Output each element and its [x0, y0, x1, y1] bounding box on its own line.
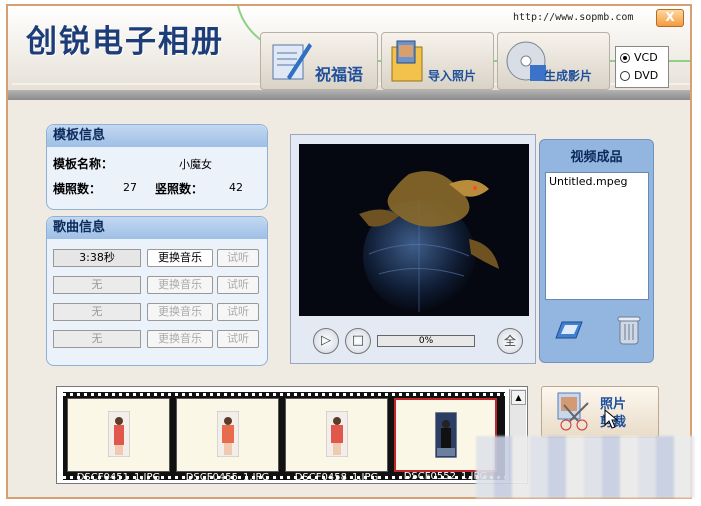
- fullscreen-button[interactable]: 全: [497, 328, 523, 354]
- template-name-value: 小魔女: [179, 158, 212, 171]
- import-photos-button[interactable]: 导入照片: [381, 32, 494, 90]
- scissors-photo-icon: [557, 392, 589, 431]
- film-frame: DSCF0451_1.JPG DSCF0455_1.JPG DSCF0458_1…: [63, 392, 505, 483]
- change-music-button-1[interactable]: 更换音乐: [147, 249, 213, 267]
- template-info-panel: 模板信息 模板名称： 小魔女 横照数： 27 竖照数： 42: [46, 124, 268, 210]
- preview-player: ▷ □ 0% 全: [290, 134, 536, 364]
- progress-text: 0%: [418, 336, 434, 346]
- app-window: 创锐电子相册 http://www.sopmb.com X 祝福语 导入照片 生…: [6, 4, 694, 499]
- photo-thumb-3[interactable]: DSCF0458_1.JPG: [285, 398, 388, 483]
- song-duration-1: 3:38秒: [53, 249, 141, 267]
- listen-button-1[interactable]: 试听: [217, 249, 259, 267]
- song-info-panel: 歌曲信息 3:38秒 更换音乐 试听 无 更换音乐 试听 无 更换音乐 试听 无…: [46, 216, 268, 366]
- radio-dvd-dot[interactable]: [620, 71, 630, 81]
- radio-vcd-dot[interactable]: [620, 53, 630, 63]
- pen-paper-icon: [272, 43, 312, 80]
- listen-button-2[interactable]: 试听: [217, 276, 259, 294]
- app-title: 创锐电子相册: [26, 24, 224, 60]
- greeting-button[interactable]: 祝福语: [260, 32, 378, 90]
- mouse-cursor-icon: [604, 409, 618, 429]
- fullscreen-label: 全: [503, 334, 516, 348]
- folder-photo-icon: [391, 40, 423, 82]
- photo-thumb-2-image: [217, 411, 239, 457]
- preview-dragon-globe-image: [359, 171, 499, 312]
- listen-button-4[interactable]: 试听: [217, 330, 259, 348]
- import-photos-label: 导入照片: [428, 69, 477, 83]
- close-button[interactable]: X: [656, 9, 684, 27]
- format-selector: VCD DVD: [615, 46, 669, 88]
- song-duration-2: 无: [53, 276, 141, 294]
- song-duration-4: 无: [53, 330, 141, 348]
- stop-button[interactable]: □: [345, 328, 371, 354]
- listen-button-3[interactable]: 试听: [217, 303, 259, 321]
- trash-icon[interactable]: [616, 314, 642, 346]
- film-perforation-top: [63, 393, 505, 396]
- photo-thumb-1-image: [108, 411, 130, 457]
- photo-filename: DSCF0455_1.JPG: [185, 472, 270, 483]
- scroll-up-icon[interactable]: ▲: [511, 390, 526, 405]
- crop-photo-button[interactable]: 照片 剪裁: [541, 386, 659, 438]
- play-icon: ▷: [321, 333, 331, 348]
- photo-thumb-4-image: [435, 412, 457, 458]
- template-info-heading: 模板信息: [47, 125, 267, 147]
- close-icon: X: [665, 10, 675, 24]
- song-info-heading: 歌曲信息: [47, 217, 267, 239]
- photo-thumb-3-image: [326, 411, 348, 457]
- photo-thumb-1[interactable]: DSCF0451_1.JPG: [67, 398, 170, 483]
- template-name-label: 模板名称：: [53, 157, 114, 171]
- landscape-count-label: 横照数：: [53, 182, 102, 196]
- landscape-count-value: 27: [123, 181, 137, 194]
- generate-movie-button[interactable]: 生成影片: [497, 32, 610, 90]
- video-file-item[interactable]: Untitled.mpeg: [546, 173, 648, 190]
- portrait-count-label: 竖照数：: [155, 182, 204, 196]
- play-button[interactable]: ▷: [313, 328, 339, 354]
- change-music-button-3[interactable]: 更换音乐: [147, 303, 213, 321]
- progress-bar: 0%: [377, 335, 475, 347]
- video-output-panel: 视频成品 Untitled.mpeg: [539, 139, 654, 363]
- video-output-heading: 视频成品: [570, 150, 623, 165]
- open-folder-icon[interactable]: [554, 318, 584, 342]
- photo-filename: DSCF0458_1.JPG: [294, 472, 379, 483]
- greeting-label: 祝福语: [315, 65, 364, 84]
- photo-thumb-2[interactable]: DSCF0455_1.JPG: [176, 398, 279, 483]
- song-duration-3: 无: [53, 303, 141, 321]
- video-file-list[interactable]: Untitled.mpeg: [545, 172, 649, 300]
- preview-screen: [299, 144, 529, 316]
- radio-vcd[interactable]: VCD: [616, 49, 668, 67]
- radio-vcd-label: VCD: [634, 51, 658, 64]
- change-music-button-2[interactable]: 更换音乐: [147, 276, 213, 294]
- portrait-count-value: 42: [229, 181, 243, 194]
- generate-movie-label: 生成影片: [544, 69, 593, 83]
- radio-dvd[interactable]: DVD: [616, 67, 668, 85]
- photo-filename: DSCF0451_1.JPG: [76, 472, 161, 483]
- radio-dvd-label: DVD: [634, 69, 659, 82]
- obscured-region: [476, 436, 694, 498]
- stop-icon: □: [351, 333, 365, 348]
- website-url[interactable]: http://www.sopmb.com: [513, 12, 633, 23]
- change-music-button-4[interactable]: 更换音乐: [147, 330, 213, 348]
- photo-strip: DSCF0451_1.JPG DSCF0455_1.JPG DSCF0458_1…: [56, 386, 528, 484]
